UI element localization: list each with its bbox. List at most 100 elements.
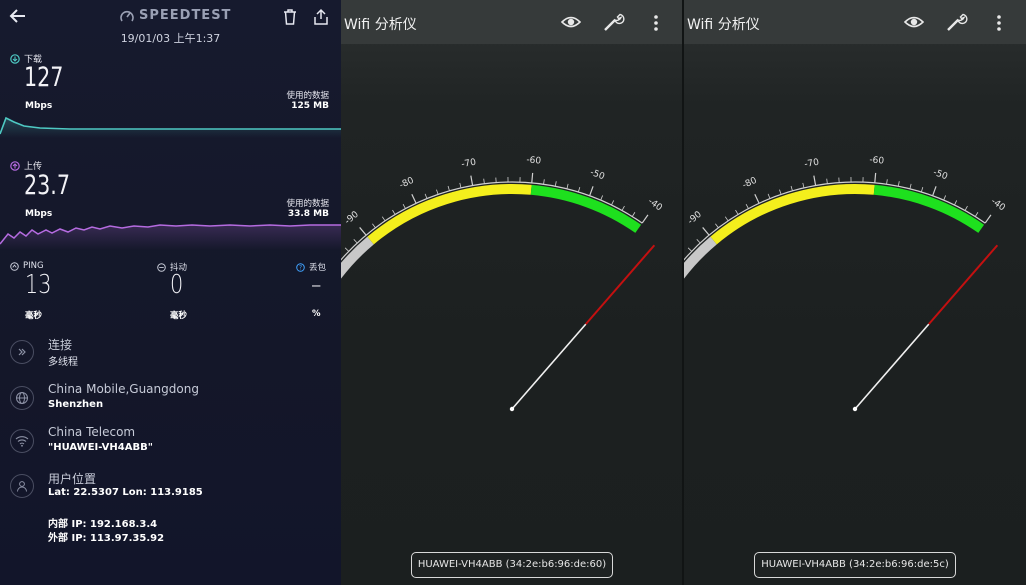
gauge-minor-tick [381,216,386,222]
gauge-needle-tip [928,244,999,325]
gauge-tick-label: -50 [932,168,949,183]
gauge-major-tick [531,172,534,183]
download-used-label: 使用的数据 [286,91,329,101]
wifi-title: Wifi 分析仪 [344,17,417,33]
gauge-major-tick [359,227,367,236]
wrench-icon[interactable] [946,12,968,32]
gauge-needle [511,323,587,410]
gauge-major-tick [874,172,877,183]
gauge-tick-label: -80 [741,176,759,191]
overflow-menu-icon[interactable] [996,14,1002,32]
ping-unit: 毫秒 [25,311,43,321]
location-subtitle: Lat: 22.5307 Lon: 113.9185 [48,487,203,498]
gauge-minor-tick [554,181,557,187]
eye-icon[interactable] [561,14,581,30]
gauge-minor-tick [600,195,604,201]
gauge-minor-tick [447,185,450,191]
gauge-pivot [852,406,858,412]
connection-title: 连接 [48,338,73,352]
gauge-minor-tick [392,209,396,215]
signal-gauge: -100-90-80-70-60-50-40dBm [684,155,1007,412]
upload-used-label: 使用的数据 [286,199,329,209]
gauge-tick-label: -70 [804,158,820,170]
gauge-tick-label: -40 [989,197,1007,214]
gauge-minor-tick [344,247,349,252]
gauge-tick-label: -60 [869,155,885,166]
gauge-minor-tick [745,203,749,209]
loss-unit: % [312,309,321,319]
gauge-needle [854,323,930,410]
gauge-minor-tick [724,216,729,222]
gauge-minor-tick [826,178,828,184]
gauge-major-tick [702,227,710,236]
gauge-minor-tick [897,181,900,187]
gauge-major-tick [932,186,937,196]
gauge-minor-tick [696,239,701,244]
overflow-menu-icon[interactable] [653,14,659,32]
jitter-value: 0 [170,270,184,300]
internal-ip: 内部 IP: 192.168.3.4 [48,519,158,530]
server-title: China Mobile,Guangdong [48,382,199,396]
gauge-minor-tick [802,182,805,188]
server-row: China Mobile,Guangdong Shenzhen [10,382,330,422]
provider-title: China Telecom [48,425,136,439]
download-graph [0,116,341,138]
gauge-logo-icon [120,10,134,21]
wrench-icon[interactable] [603,12,625,32]
wifi-toolbar: Wifi 分析仪 [341,0,683,44]
gauge-pivot [509,406,515,412]
gauge-minor-tick [687,247,692,252]
gauge-minor-tick [954,200,958,206]
trash-icon[interactable] [282,8,298,26]
gauge-minor-tick [424,193,428,199]
gauge-zone-2 [530,184,642,233]
upload-graph [0,224,341,250]
ssid-selector[interactable]: HUAWEI-VH4ABB (34:2e:b6:96:de:5c) [754,552,956,578]
loss-value: – [311,270,322,300]
provider-subtitle: "HUAWEI-VH4ABB" [48,442,153,453]
share-icon[interactable] [313,8,329,26]
gauge-zone-2 [873,184,985,233]
gauge-minor-tick [372,223,376,228]
gauge-minor-tick [735,209,739,215]
wifi-title: Wifi 分析仪 [687,17,760,33]
gauge-minor-tick [577,187,581,193]
gauge-minor-tick [974,212,979,217]
upload-arrow-icon [10,160,20,171]
location-row: 用户位置 Lat: 22.5307 Lon: 113.9185 [10,470,330,510]
wifi-analyzer-panel-2: Wifi 分析仪 -100-90-80-70-60-50-40dBm HUAWE… [684,0,1026,585]
gauge-minor-tick [767,193,771,199]
ssid-selector[interactable]: HUAWEI-VH4ABB (34:2e:b6:96:de:60) [411,552,613,578]
ping-value: 13 [25,270,52,300]
download-arrow-icon [10,53,20,64]
connection-row: 连接 多线程 [10,336,330,376]
gauge-major-tick [589,186,594,196]
gauge-tick-label: -50 [589,168,606,183]
location-title: 用户位置 [48,472,97,486]
help-icon[interactable]: ? [296,262,305,272]
jitter-icon [157,262,166,272]
globe-icon [10,386,34,410]
gauge-major-tick [411,193,417,204]
gauge-tick-label: -40 [646,197,664,214]
gauge-minor-tick [943,195,947,201]
svg-text:?: ? [299,265,302,271]
gauge-needle-tip [585,244,656,325]
gauge-minor-tick [779,189,782,195]
gauge-minor-tick [631,212,636,217]
gauge-minor-tick [920,187,924,193]
speedtest-title: SPEEDTEST [120,8,231,23]
server-subtitle: Shenzhen [48,399,104,410]
back-arrow-icon[interactable] [8,6,28,26]
gauge-major-tick [754,193,760,204]
gauge-major-tick [984,214,992,224]
user-icon [10,474,34,498]
wifi-icon [10,429,34,453]
test-datetime: 19/01/03 上午1:37 [120,32,221,45]
eye-icon[interactable] [904,14,924,30]
gauge-major-tick [813,175,817,186]
external-ip: 外部 IP: 113.97.35.92 [48,533,165,544]
gauge-minor-tick [402,203,406,209]
wifi-analyzer-panel-1: Wifi 分析仪 -100-90-80-70-60-50-40dBm HUAWE… [341,0,683,585]
gauge-major-tick [470,175,474,186]
